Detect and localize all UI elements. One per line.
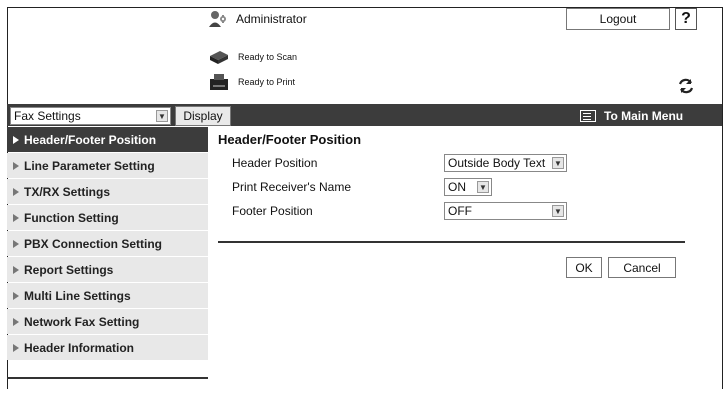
sidebar-item-report-settings[interactable]: Report Settings [7,257,208,282]
ok-button[interactable]: OK [566,257,602,278]
mode-select[interactable]: Fax Settings ▼ [10,107,171,125]
chevron-down-icon: ▼ [552,205,564,217]
display-button[interactable]: Display [175,106,231,126]
header-position-select[interactable]: Outside Body Text ▼ [444,154,567,172]
print-status: Ready to Print [208,73,295,91]
main-menu-icon [580,110,596,122]
sidebar-item-tx-rx-settings[interactable]: TX/RX Settings [7,179,208,204]
print-receiver-name-value: ON [448,180,466,194]
triangle-right-icon [13,317,19,326]
triangle-right-icon [13,239,19,248]
main-menu-label: To Main Menu [604,109,684,123]
sidebar-item-label: Report Settings [24,262,114,277]
sidebar-item-header-footer-position[interactable]: Header/Footer Position [7,127,208,152]
sidebar-item-label: Function Setting [24,210,119,225]
sidebar: Header/Footer Position Line Parameter Se… [7,127,208,361]
print-receiver-name-label: Print Receiver's Name [232,180,351,194]
refresh-icon[interactable] [676,76,696,96]
sidebar-item-label: Line Parameter Setting [24,158,155,173]
triangle-right-icon [13,187,19,196]
scan-status-text: Ready to Scan [238,52,298,62]
sidebar-item-function-setting[interactable]: Function Setting [7,205,208,230]
sidebar-item-header-information[interactable]: Header Information [7,335,208,360]
print-status-text: Ready to Print [238,77,296,87]
main-menu-link[interactable]: To Main Menu [580,106,683,126]
sidebar-item-label: Header Information [24,340,135,355]
page-title: Header/Footer Position [218,132,362,147]
sidebar-item-label: Multi Line Settings [24,288,131,303]
scan-status: Ready to Scan [208,48,297,66]
footer-position-select[interactable]: OFF ▼ [444,202,567,220]
user-name: Administrator [236,12,307,26]
chevron-down-icon: ▼ [552,157,564,169]
triangle-right-icon [13,213,19,222]
administrator-icon [208,10,230,28]
sidebar-item-network-fax-setting[interactable]: Network Fax Setting [7,309,208,334]
sidebar-item-label: Network Fax Setting [24,314,140,329]
content-divider [218,241,685,243]
header-position-value: Outside Body Text [448,156,546,170]
scanner-icon [208,48,230,66]
triangle-right-icon [13,135,19,144]
chevron-down-icon: ▼ [156,110,168,122]
sidebar-item-label: TX/RX Settings [24,184,111,199]
sidebar-item-label: Header/Footer Position [24,132,157,147]
triangle-right-icon [13,343,19,352]
footer-position-label: Footer Position [232,204,313,218]
printer-icon [208,73,230,91]
print-receiver-name-select[interactable]: ON ▼ [444,178,492,196]
sidebar-item-line-parameter-setting[interactable]: Line Parameter Setting [7,153,208,178]
sidebar-item-label: PBX Connection Setting [24,236,162,251]
sidebar-divider [7,377,208,379]
chevron-down-icon: ▼ [477,181,489,193]
footer-position-value: OFF [448,204,472,218]
triangle-right-icon [13,161,19,170]
admin-area: Administrator [208,8,307,30]
help-button[interactable]: ? [675,8,697,30]
cancel-button[interactable]: Cancel [608,257,676,278]
triangle-right-icon [13,265,19,274]
sidebar-item-pbx-connection-setting[interactable]: PBX Connection Setting [7,231,208,256]
logout-button[interactable]: Logout [566,8,670,30]
mode-select-value: Fax Settings [14,109,81,123]
sidebar-item-multi-line-settings[interactable]: Multi Line Settings [7,283,208,308]
header-position-label: Header Position [232,156,318,170]
triangle-right-icon [13,291,19,300]
